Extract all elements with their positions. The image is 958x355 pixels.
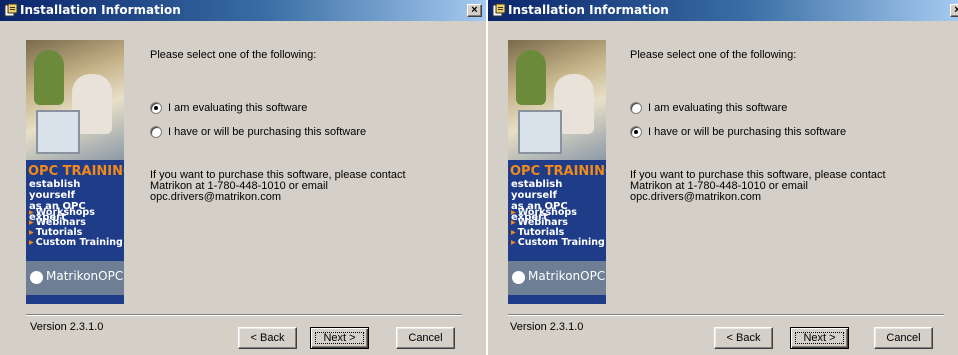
- banner-list-item: ▸ Custom Training: [29, 237, 123, 248]
- opc-training-banner: OPC TRAINING establish yourself as an OP…: [26, 40, 124, 304]
- next-button[interactable]: Next >: [790, 327, 849, 349]
- selection-prompt: Please select one of the following:: [630, 49, 797, 61]
- banner-list: ▸ Workshops ▸ Webinars ▸ Tutorials ▸ Custom …: [29, 208, 123, 248]
- selection-prompt: Please select one of the following:: [150, 49, 317, 61]
- footer-separator: [26, 314, 462, 316]
- logo-band: MatrikonOPC: [508, 261, 606, 295]
- radio-label[interactable]: I have or will be purchasing this softwa…: [168, 126, 366, 138]
- window-title: Installation Information: [508, 3, 669, 17]
- monitor-graphic: [36, 110, 80, 154]
- triangle-bullet-icon: ▸: [29, 237, 34, 248]
- installation-dialog-right: Installation Information × OPC TRAINING …: [488, 0, 958, 355]
- radio-button[interactable]: [630, 102, 642, 114]
- banner-footer-band: [508, 295, 606, 304]
- banner-photo: [26, 40, 124, 160]
- opc-training-banner: OPC TRAINING establish yourself as an OP…: [508, 40, 606, 304]
- purchase-info: If you want to purchase this software, p…: [630, 170, 886, 203]
- cancel-button[interactable]: Cancel: [396, 327, 455, 349]
- info-line: opc.drivers@matrikon.com: [630, 191, 761, 203]
- radio-label[interactable]: I am evaluating this software: [648, 102, 787, 114]
- matrikon-logo-icon: [30, 271, 43, 284]
- close-icon: ×: [471, 4, 478, 16]
- banner-subtitle-line: establish yourself: [511, 179, 563, 201]
- info-line: opc.drivers@matrikon.com: [150, 191, 281, 203]
- footer-separator: [508, 314, 944, 316]
- matrikon-logo-icon: [512, 271, 525, 284]
- banner-list-item: ▸ Custom Training: [511, 237, 605, 248]
- triangle-bullet-icon: ▸: [511, 237, 516, 248]
- installer-app-icon: [4, 3, 18, 17]
- close-icon: ×: [954, 4, 958, 16]
- title-bar[interactable]: Installation Information ×: [488, 0, 958, 21]
- person-figure: [516, 50, 546, 105]
- radio-label[interactable]: I have or will be purchasing this softwa…: [648, 126, 846, 138]
- banner-logo-text: MatrikonOPC: [528, 269, 606, 283]
- back-button[interactable]: < Back: [714, 327, 773, 349]
- banner-heading: OPC TRAINING: [510, 164, 606, 179]
- radio-label[interactable]: I am evaluating this software: [168, 102, 307, 114]
- banner-photo: [508, 40, 606, 160]
- back-button[interactable]: < Back: [238, 327, 297, 349]
- window-title: Installation Information: [20, 3, 181, 17]
- banner-subtitle-line: establish yourself: [29, 179, 81, 201]
- radio-button[interactable]: [630, 126, 642, 138]
- version-label: Version 2.3.1.0: [30, 321, 104, 333]
- radio-button[interactable]: [150, 102, 162, 114]
- cancel-button[interactable]: Cancel: [874, 327, 933, 349]
- banner-list: ▸ Workshops ▸ Webinars ▸ Tutorials ▸ Custom …: [511, 208, 605, 248]
- banner-footer-band: [26, 295, 124, 304]
- installation-dialog-left: Installation Information × OPC TRAINING …: [0, 0, 486, 355]
- close-button[interactable]: ×: [467, 4, 482, 17]
- version-label: Version 2.3.1.0: [510, 321, 584, 333]
- title-bar[interactable]: Installation Information ×: [0, 0, 486, 21]
- banner-logo-text: MatrikonOPC: [46, 269, 124, 283]
- installer-app-icon: [492, 3, 506, 17]
- monitor-graphic: [518, 110, 562, 154]
- radio-button[interactable]: [150, 126, 162, 138]
- close-button[interactable]: ×: [950, 4, 958, 17]
- purchase-info: If you want to purchase this software, p…: [150, 170, 406, 203]
- banner-heading: OPC TRAINING: [28, 164, 124, 179]
- logo-band: MatrikonOPC: [26, 261, 124, 295]
- person-figure: [34, 50, 64, 105]
- next-button[interactable]: Next >: [310, 327, 369, 349]
